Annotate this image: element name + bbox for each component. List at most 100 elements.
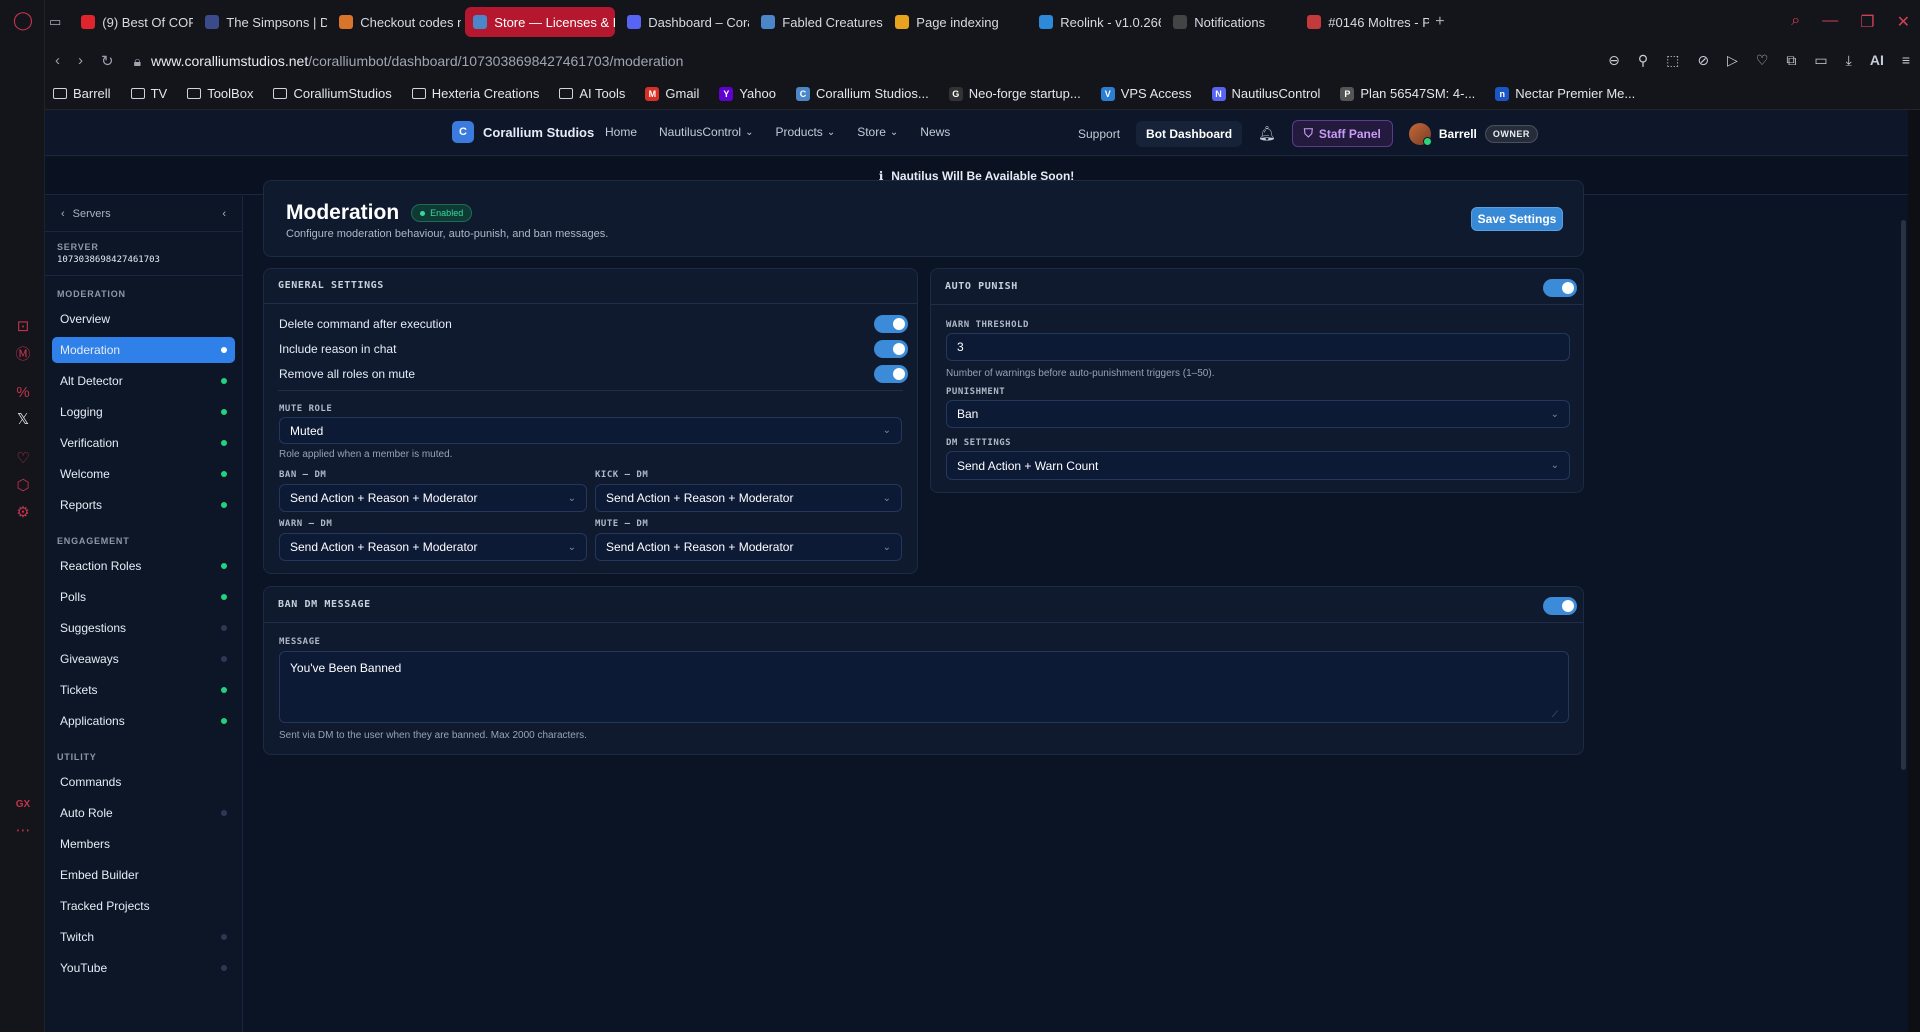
settings-gear-icon[interactable]: ⚙ (13, 502, 33, 522)
bookmark-12[interactable]: N NautilusControl (1211, 86, 1320, 101)
sidebar-item-applications[interactable]: Applications (52, 708, 235, 734)
tab-1[interactable]: (9) Best Of COPS S (73, 7, 193, 37)
sidebar-item-commands[interactable]: Commands (52, 769, 235, 795)
download-icon[interactable]: ⤓ (1846, 52, 1852, 69)
bot-dashboard-link[interactable]: Bot Dashboard (1136, 120, 1243, 147)
tab-6[interactable]: Fabled Creatures — C (753, 7, 883, 37)
m-icon[interactable]: Ⓜ (13, 343, 33, 363)
kick-dm-select[interactable]: Send Action + Reason + Moderator ⌄ (595, 484, 902, 512)
bell-icon[interactable]: 🔔︎ (1258, 125, 1276, 142)
ban-message-textarea[interactable]: You've Been Banned ⟋ (279, 651, 1569, 723)
sidebar-item-polls[interactable]: Polls (52, 584, 235, 610)
sidebar-item-embed-builder[interactable]: Embed Builder (52, 862, 235, 888)
ai-icon[interactable]: AI (1870, 52, 1884, 69)
warn-threshold-input[interactable]: 3 (946, 333, 1570, 361)
wallet-icon[interactable]: ▭ (1814, 52, 1827, 69)
brand[interactable]: C Corallium Studios (452, 121, 594, 143)
bookmark-1[interactable]: Barrell (53, 86, 111, 101)
ban-dm-select[interactable]: Send Action + Reason + Moderator ⌄ (279, 484, 587, 512)
tab-10[interactable]: #0146 Moltres - Poké (1299, 7, 1429, 37)
tab-5[interactable]: Dashboard – Corallium (619, 7, 749, 37)
tab-4[interactable]: Store — Licenses & Premiu (465, 7, 616, 37)
percent-icon[interactable]: % (13, 382, 33, 402)
user-menu[interactable]: Barrell OWNER (1408, 122, 1538, 146)
forward-icon[interactable]: › (78, 52, 83, 70)
sidebar-item-verification[interactable]: Verification (52, 430, 235, 456)
new-tab-icon[interactable]: + (1435, 13, 1444, 31)
sidebar-item-members[interactable]: Members (52, 831, 235, 857)
more-icon[interactable]: ⋯ (13, 820, 33, 840)
gx-icon[interactable]: GX (13, 794, 33, 814)
resize-handle-icon[interactable]: ⟋ (1552, 709, 1558, 722)
toggle-delete-command[interactable] (874, 315, 908, 333)
heart-icon[interactable]: ♡ (13, 448, 33, 468)
nav-nautiluscontrol[interactable]: NautilusControl ⌄ (659, 125, 753, 139)
mute-role-select[interactable]: Muted ⌄ (279, 417, 902, 444)
collapse-sidebar-icon[interactable]: ‹ (222, 208, 226, 220)
bookmark-2[interactable]: TV (130, 86, 167, 101)
servers-back-link[interactable]: ‹ Servers ‹ (45, 196, 242, 232)
puzzle-icon[interactable]: ⧉ (1786, 52, 1796, 69)
pin-icon[interactable]: ⚲ (1638, 52, 1648, 69)
nav-store[interactable]: Store ⌄ (857, 125, 898, 139)
reload-icon[interactable]: ↻ (101, 52, 114, 70)
tab-manager-icon[interactable]: ▭ (49, 14, 61, 30)
minimize-icon[interactable]: — (1822, 12, 1838, 32)
opera-logo-icon[interactable]: ◯ (13, 10, 33, 30)
warn-dm-select[interactable]: Send Action + Reason + Moderator ⌄ (279, 533, 587, 561)
adblock-icon[interactable]: ⊘ (1697, 52, 1709, 69)
back-icon[interactable]: ‹ (55, 52, 60, 70)
toggle-include-reason[interactable] (874, 340, 908, 358)
bookmark-10[interactable]: G Neo-forge startup... (948, 86, 1081, 101)
restore-icon[interactable]: ❐ (1860, 12, 1874, 32)
url-field[interactable]: 🔒︎ www.coralliumstudios.net/coralliumbot… (134, 53, 684, 70)
sidebar-item-suggestions[interactable]: Suggestions (52, 615, 235, 641)
sidebar-item-twitch[interactable]: Twitch (52, 924, 235, 950)
sidebar-item-alt-detector[interactable]: Alt Detector (52, 368, 235, 394)
bookmark-8[interactable]: Y Yahoo (719, 86, 776, 101)
bookmark-13[interactable]: P Plan 56547SM: 4-... (1340, 86, 1475, 101)
search-tabs-icon[interactable]: ⌕ (1791, 12, 1800, 32)
tab-7[interactable]: Page indexing (887, 7, 1027, 37)
toggle-auto-punish[interactable] (1543, 279, 1577, 297)
bookmark-3[interactable]: ToolBox (187, 86, 253, 101)
tab-8[interactable]: Reolink - v1.0.266.1 (1031, 7, 1161, 37)
tab-9[interactable]: Notifications (1165, 7, 1295, 37)
nav-news[interactable]: News (920, 125, 950, 139)
page-scrollbar[interactable] (1901, 220, 1906, 770)
menu-icon[interactable]: ≡ (1902, 52, 1910, 69)
bookmark-9[interactable]: C Corallium Studios... (795, 86, 929, 101)
x-twitter-icon[interactable]: 𝕏 (13, 409, 33, 429)
staff-panel-button[interactable]: ⛉ Staff Panel (1291, 120, 1393, 147)
bookmark-6[interactable]: AI Tools (559, 86, 625, 101)
sidebar-item-reaction-roles[interactable]: Reaction Roles (52, 553, 235, 579)
sidebar-item-moderation[interactable]: Moderation (52, 337, 235, 363)
dm-settings-select[interactable]: Send Action + Warn Count ⌄ (946, 451, 1570, 480)
sidebar-item-logging[interactable]: Logging (52, 399, 235, 425)
sidebar-item-welcome[interactable]: Welcome (52, 461, 235, 487)
extensions-icon[interactable]: ⬡ (13, 475, 33, 495)
snapshot-icon[interactable]: ⬚ (1666, 52, 1679, 69)
sidebar-item-auto-role[interactable]: Auto Role (52, 800, 235, 826)
mute-dm-select[interactable]: Send Action + Reason + Moderator ⌄ (595, 533, 902, 561)
favorite-icon[interactable]: ♡ (1756, 52, 1769, 69)
sidebar-item-tickets[interactable]: Tickets (52, 677, 235, 703)
sidebar-item-tracked-projects[interactable]: Tracked Projects (52, 893, 235, 919)
support-link[interactable]: Support (1078, 127, 1120, 141)
sidebar-item-overview[interactable]: Overview (52, 306, 235, 332)
tab-3[interactable]: Checkout codes not g (331, 7, 461, 37)
sidebar-item-youtube[interactable]: YouTube (52, 955, 235, 981)
save-settings-button[interactable]: Save Settings (1471, 207, 1563, 231)
toggle-ban-dm-message[interactable] (1543, 597, 1577, 615)
toggle-remove-roles[interactable] (874, 365, 908, 383)
punishment-select[interactable]: Ban ⌄ (946, 400, 1570, 428)
bookmark-5[interactable]: Hexteria Creations (411, 86, 539, 101)
sidebar-item-reports[interactable]: Reports (52, 492, 235, 518)
bookmark-14[interactable]: n Nectar Premier Me... (1495, 86, 1635, 101)
play-icon[interactable]: ▷ (1727, 52, 1738, 69)
bookmark-11[interactable]: V VPS Access (1100, 86, 1192, 101)
nav-products[interactable]: Products ⌄ (775, 125, 835, 139)
sidebar-item-giveaways[interactable]: Giveaways (52, 646, 235, 672)
bookmark-7[interactable]: M Gmail (645, 86, 699, 101)
bot-icon[interactable]: ⊡ (13, 316, 33, 336)
